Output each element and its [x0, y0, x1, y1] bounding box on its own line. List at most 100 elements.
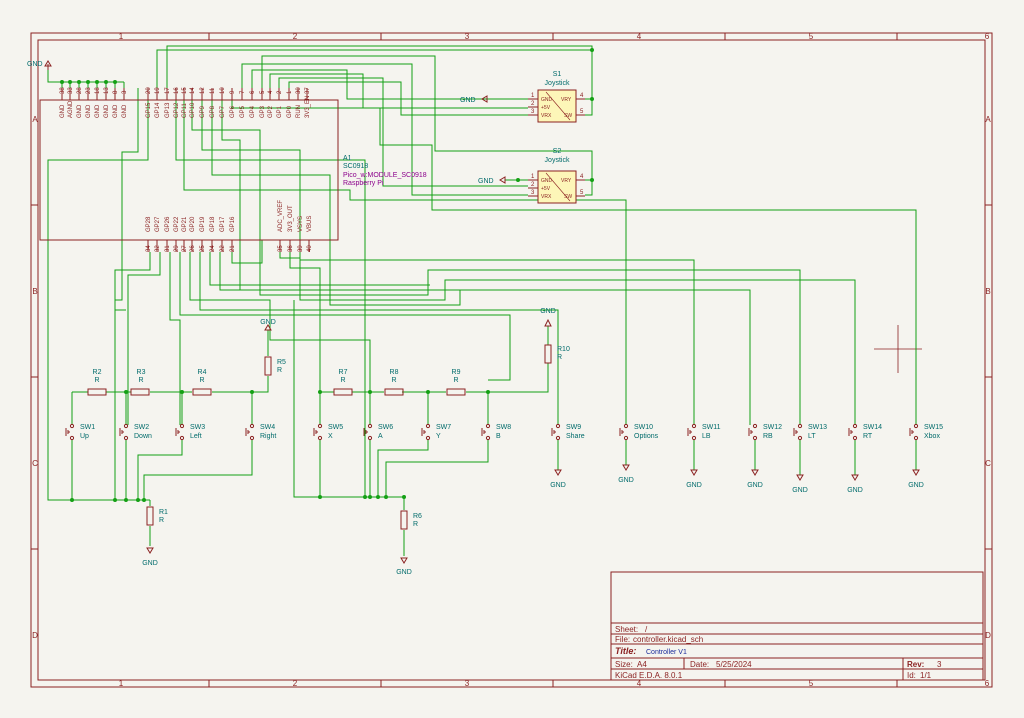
switch-sw4[interactable]: SW4 Right	[245, 423, 276, 441]
frame-row-a-right: A	[985, 115, 991, 124]
resistor-r10[interactable]: R10 R	[544, 344, 570, 364]
tb-id: 1/1	[920, 671, 932, 680]
gnd-symbol-sw15: GND	[908, 469, 924, 489]
resistor-r7[interactable]: R7 R	[333, 369, 353, 396]
pin-14-number: 12	[200, 87, 206, 94]
resistor-r1[interactable]: R1 R	[146, 506, 168, 526]
gnd-label-sw13: GND	[792, 487, 808, 494]
pin-0-number: 38	[60, 87, 66, 94]
pin-12-name: GP11	[182, 102, 188, 118]
switch-sw1[interactable]: SW1 Up	[65, 423, 95, 441]
gnd-symbol-sw10: GND	[618, 464, 634, 484]
bottom-pin-1-name: GP27	[155, 216, 161, 232]
resistor-r6[interactable]: R6 R	[400, 510, 422, 530]
resistor-r2[interactable]: R2 R	[87, 369, 107, 396]
gnd-label-sw9: GND	[550, 482, 566, 489]
sw12-label: RB	[763, 433, 773, 440]
tb-file: controller.kicad_sch	[633, 635, 703, 644]
resistor-r8[interactable]: R8 R	[384, 369, 404, 396]
title-block: Sheet: / File: controller.kicad_sch Titl…	[610, 571, 984, 681]
bottom-pin-8-name: GP17	[220, 216, 226, 232]
resistor-r4[interactable]: R4 R	[192, 369, 212, 396]
gnd-symbol-sw11: GND	[686, 469, 702, 489]
s2-pin5-num: 5	[580, 190, 584, 196]
switch-sw9[interactable]: SW9 Share	[551, 423, 585, 441]
resistor-r5[interactable]: R5 R	[264, 356, 286, 376]
bottom-pin-6-number: 25	[200, 245, 206, 252]
pin-11-name: GP12	[174, 102, 180, 118]
s1-5v-inner: +5V	[541, 105, 551, 111]
r4-ref: R4	[198, 369, 207, 376]
sw14-label: RT	[863, 433, 873, 440]
bottom-pin-7-name: GP18	[210, 216, 216, 232]
joystick-s2[interactable]: S2 Joystick 1 2 3 4 5 GND +5V VRX VRY SW	[528, 148, 585, 204]
r10-ref: R10	[557, 346, 570, 353]
joystick-s1[interactable]: S1 Joystick 1 2 3 4 5 GND +5V VRX VRY SW	[528, 71, 585, 123]
sw6-ref: SW6	[378, 424, 393, 431]
gnd-label-r10: GND	[540, 308, 556, 315]
pin-24-name: RUN	[296, 105, 302, 118]
tb-tool: KiCad E.D.A. 8.0.1	[615, 671, 683, 680]
switch-sw2[interactable]: SW2 Down	[119, 423, 152, 441]
r6-value: R	[413, 521, 418, 528]
s2-gnd-inner: GND	[541, 178, 553, 184]
gnd-label-sw14: GND	[847, 487, 863, 494]
switch-sw13[interactable]: SW13 LT	[793, 423, 827, 441]
sheet-frame: 1 2 3 4 5 6 1 2 3 4 5 6 A B C D A B C D	[30, 32, 993, 688]
pin-10-name: GP13	[165, 102, 171, 118]
r2-ref: R2	[93, 369, 102, 376]
sw11-label: LB	[702, 433, 711, 440]
switch-sw8[interactable]: SW8 B	[481, 423, 511, 441]
joystick-s2-value: Joystick	[545, 157, 570, 164]
pin-24-number: 30	[296, 87, 302, 94]
pin-5-name: GND	[104, 104, 110, 118]
s1-pin2-num: 2	[531, 101, 535, 107]
s2-vrx-inner: VRX	[541, 194, 552, 200]
sw3-ref: SW3	[190, 424, 205, 431]
frame-row-b-right: B	[985, 287, 990, 296]
gnd-label-sw10: GND	[618, 477, 634, 484]
gnd-label-s2: GND	[478, 178, 494, 185]
pin-10-number: 17	[165, 87, 171, 94]
s1-pin4-num: 4	[580, 93, 584, 99]
sw15-label: Xbox	[924, 433, 940, 440]
switch-sw15[interactable]: SW15 Xbox	[909, 423, 943, 441]
module-a1[interactable]: 38 GND 33 AGND28 GND 23 GND 18 GND 13 GND 8 GND 3 GND 2…	[39, 87, 427, 252]
bottom-pin-8-number: 22	[220, 245, 226, 252]
switch-sw7[interactable]: SW7 Y	[421, 423, 451, 441]
r7-value: R	[340, 377, 345, 384]
pin-4-name: GND	[95, 104, 101, 118]
switch-sw10[interactable]: SW10 Options	[619, 423, 659, 441]
switch-sw6[interactable]: SW6 A	[363, 423, 393, 441]
bottom-pin-13-number: 40	[307, 245, 313, 252]
frame-row-c-right: C	[985, 459, 991, 468]
sw1-label: Up	[80, 433, 89, 440]
gnd-label-sw11: GND	[686, 482, 702, 489]
resistor-r9[interactable]: R9 R	[446, 369, 466, 396]
resistor-r3[interactable]: R3 R	[130, 369, 150, 396]
pin-3-number: 23	[86, 87, 92, 94]
gnd-symbol-s1: GND	[460, 95, 488, 104]
r5-ref: R5	[277, 359, 286, 366]
switch-sw3[interactable]: SW3 Left	[175, 423, 205, 441]
gnd-symbol-r10: GND	[540, 308, 556, 327]
pin-17-number: 9	[230, 90, 236, 94]
bottom-pin-10-number: 35	[278, 245, 284, 252]
switch-sw14[interactable]: SW14 RT	[848, 423, 882, 441]
s2-pin2-num: 2	[531, 182, 535, 188]
sw8-label: B	[496, 433, 501, 440]
module-footprint: Pico_w:MODULE_SC0918	[343, 172, 427, 179]
pin-6-name: GND	[113, 104, 119, 118]
sw4-label: Right	[260, 433, 276, 440]
switch-sw11[interactable]: SW11 LB	[687, 423, 721, 441]
pin-14-name: GP9	[200, 105, 206, 118]
switch-sw12[interactable]: SW12 RB	[748, 423, 782, 441]
r5-value: R	[277, 367, 282, 374]
gnd-label-r5: GND	[260, 319, 276, 326]
tb-date-label: Date:	[690, 660, 709, 669]
sw3-label: Left	[190, 433, 202, 440]
frame-col-3-top: 3	[465, 32, 470, 41]
pin-23-number: 1	[287, 90, 293, 94]
r1-ref: R1	[159, 509, 168, 516]
switch-sw5[interactable]: SW5 X	[313, 423, 343, 441]
